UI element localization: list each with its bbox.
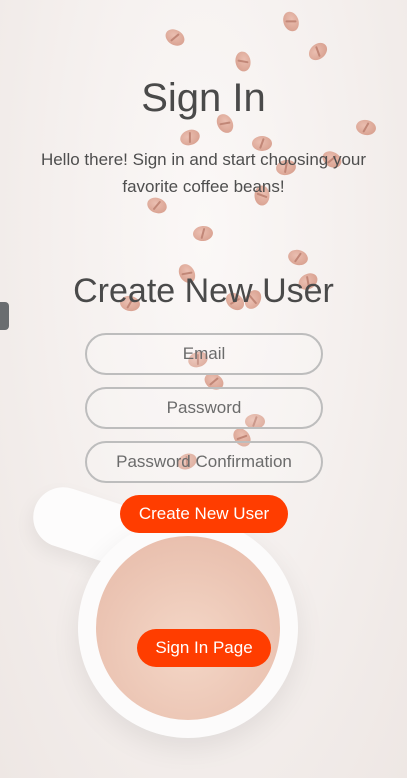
coffee-cup-inside [96, 536, 280, 720]
sign-in-page-button[interactable]: Sign In Page [137, 629, 271, 667]
page-title: Sign In [141, 76, 266, 120]
coffee-bean-decoration [178, 127, 202, 148]
email-field[interactable] [85, 333, 323, 375]
password-confirmation-field[interactable] [85, 441, 323, 483]
create-user-heading: Create New User [73, 272, 334, 310]
coffee-bean-decoration [354, 118, 378, 137]
coffee-bean-decoration [286, 247, 310, 268]
coffee-bean-decoration [192, 225, 214, 242]
coffee-cup [78, 518, 298, 738]
coffee-bean-decoration [280, 9, 302, 34]
coffee-bean-decoration [162, 26, 188, 49]
page-subtitle: Hello there! Sign in and start choosing … [40, 150, 367, 196]
coffee-bean-decoration [305, 39, 331, 64]
coffee-bean-decoration [233, 50, 253, 73]
password-field[interactable] [85, 387, 323, 429]
create-new-user-button[interactable]: Create New User [120, 495, 288, 533]
